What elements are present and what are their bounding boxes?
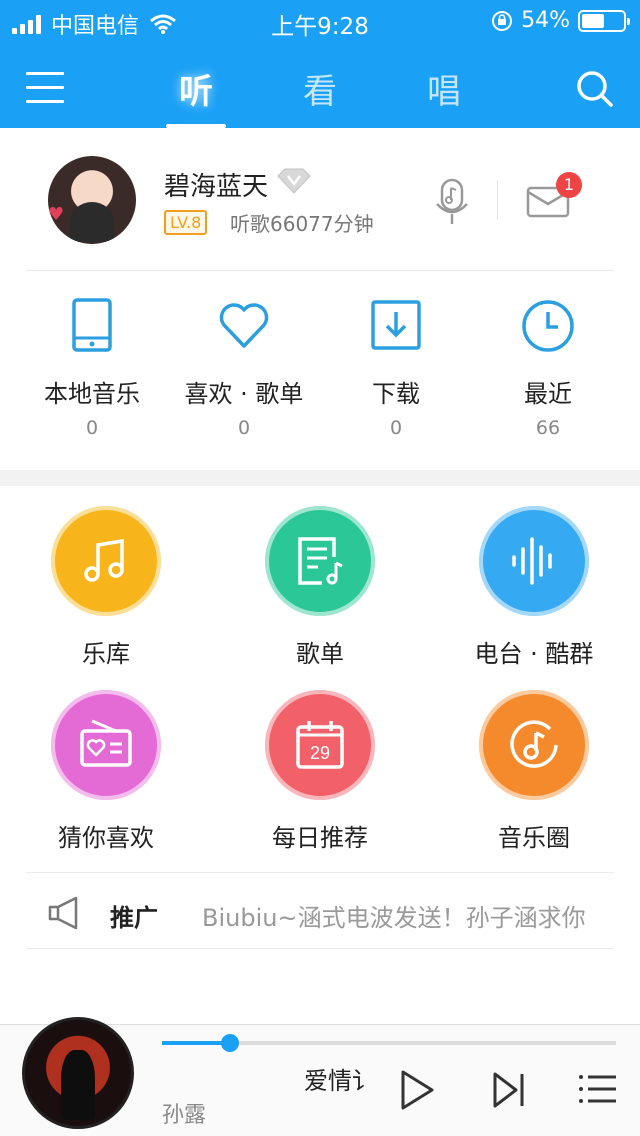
feature-label: 歌单	[296, 640, 344, 668]
top-nav: 听 看 唱	[0, 40, 640, 128]
features-card: 乐库 歌单 电台 · 酷群 猜你喜欢 29 每日推荐 音乐圈 推广 Biubiu…	[0, 486, 640, 1024]
music-circle-icon	[510, 720, 558, 768]
tab-sing[interactable]: 唱	[414, 64, 474, 113]
tab-watch[interactable]: 看	[290, 64, 350, 113]
calendar-icon: 29	[296, 721, 344, 769]
quick-download[interactable]: 下载 0	[320, 298, 472, 439]
battery-icon	[578, 9, 630, 32]
mini-player[interactable]: 爱情讠 孙露	[0, 1017, 640, 1136]
clock-icon	[522, 300, 574, 352]
search-icon[interactable]	[576, 70, 614, 108]
divider	[497, 180, 498, 220]
next-icon[interactable]	[492, 1069, 526, 1111]
feature-guess-you-like[interactable]: 猜你喜欢	[16, 690, 196, 853]
feature-label: 猜你喜欢	[58, 824, 154, 852]
microphone-music-icon[interactable]	[434, 178, 470, 226]
quick-local-music[interactable]: 本地音乐 0	[16, 298, 168, 439]
listen-time: 听歌66077分钟	[230, 212, 374, 236]
vip-diamond-icon[interactable]	[276, 168, 312, 194]
profile-card: ♥ 碧海蓝天 LV.8 听歌66077分钟 1 本地音乐 0 喜欢 · 歌单 0	[0, 128, 640, 470]
username[interactable]: 碧海蓝天	[164, 166, 268, 203]
feature-daily-recommend[interactable]: 29 每日推荐	[230, 690, 410, 853]
promo-text[interactable]: Biubiu~涵式电波发送！孙子涵求你	[202, 898, 612, 933]
mail-badge: 1	[556, 172, 582, 198]
tablet-icon	[72, 298, 112, 352]
menu-icon[interactable]	[26, 72, 64, 103]
album-cover[interactable]	[22, 1017, 134, 1129]
rotation-lock-icon	[492, 10, 513, 31]
feature-label: 电台 · 酷群	[474, 640, 594, 668]
music-note-icon	[84, 538, 124, 582]
feature-label: 每日推荐	[272, 824, 368, 852]
progress-knob[interactable]	[221, 1034, 240, 1052]
promo-label: 推广	[110, 904, 158, 932]
status-bar: 中国电信 上午9:28 54%	[0, 0, 640, 40]
level-badge: LV.8	[164, 210, 208, 235]
quick-favorites[interactable]: 喜欢 · 歌单 0	[168, 298, 320, 439]
radio-icon	[80, 719, 132, 767]
megaphone-icon	[48, 896, 78, 930]
avatar[interactable]: ♥	[48, 156, 136, 244]
quick-label: 下载	[372, 380, 420, 408]
artist-name: 孙露	[162, 1103, 207, 1128]
soundwave-icon	[512, 537, 552, 585]
quick-label: 最近	[524, 380, 572, 408]
divider	[26, 270, 614, 271]
quick-recent[interactable]: 最近 66	[472, 298, 624, 439]
progress-bar[interactable]	[162, 1034, 616, 1052]
battery-percent: 54%	[521, 8, 570, 33]
quick-count: 0	[237, 417, 251, 439]
feature-label: 乐库	[82, 640, 130, 668]
divider	[26, 872, 614, 873]
quick-label: 喜欢 · 歌单	[184, 380, 304, 408]
feature-music-circle[interactable]: 音乐圈	[444, 690, 624, 853]
quick-count: 0	[389, 417, 403, 439]
feature-library[interactable]: 乐库	[16, 506, 196, 669]
playlist-icon	[298, 537, 343, 585]
heart-icon	[219, 303, 269, 348]
quick-count: 66	[535, 417, 561, 439]
song-title: 爱情讠	[304, 1067, 364, 1095]
quick-label: 本地音乐	[44, 380, 140, 408]
playlist-queue-icon[interactable]	[578, 1069, 618, 1109]
divider	[26, 948, 614, 949]
play-icon[interactable]	[398, 1069, 436, 1111]
quick-count: 0	[85, 417, 99, 439]
header: 中国电信 上午9:28 54% 听 看 唱	[0, 0, 640, 128]
svg-text:29: 29	[310, 743, 330, 763]
feature-label: 音乐圈	[498, 824, 570, 852]
feature-playlist[interactable]: 歌单	[230, 506, 410, 669]
download-icon	[371, 300, 421, 350]
tab-listen[interactable]: 听	[166, 64, 226, 128]
feature-radio-group[interactable]: 电台 · 酷群	[444, 506, 624, 669]
